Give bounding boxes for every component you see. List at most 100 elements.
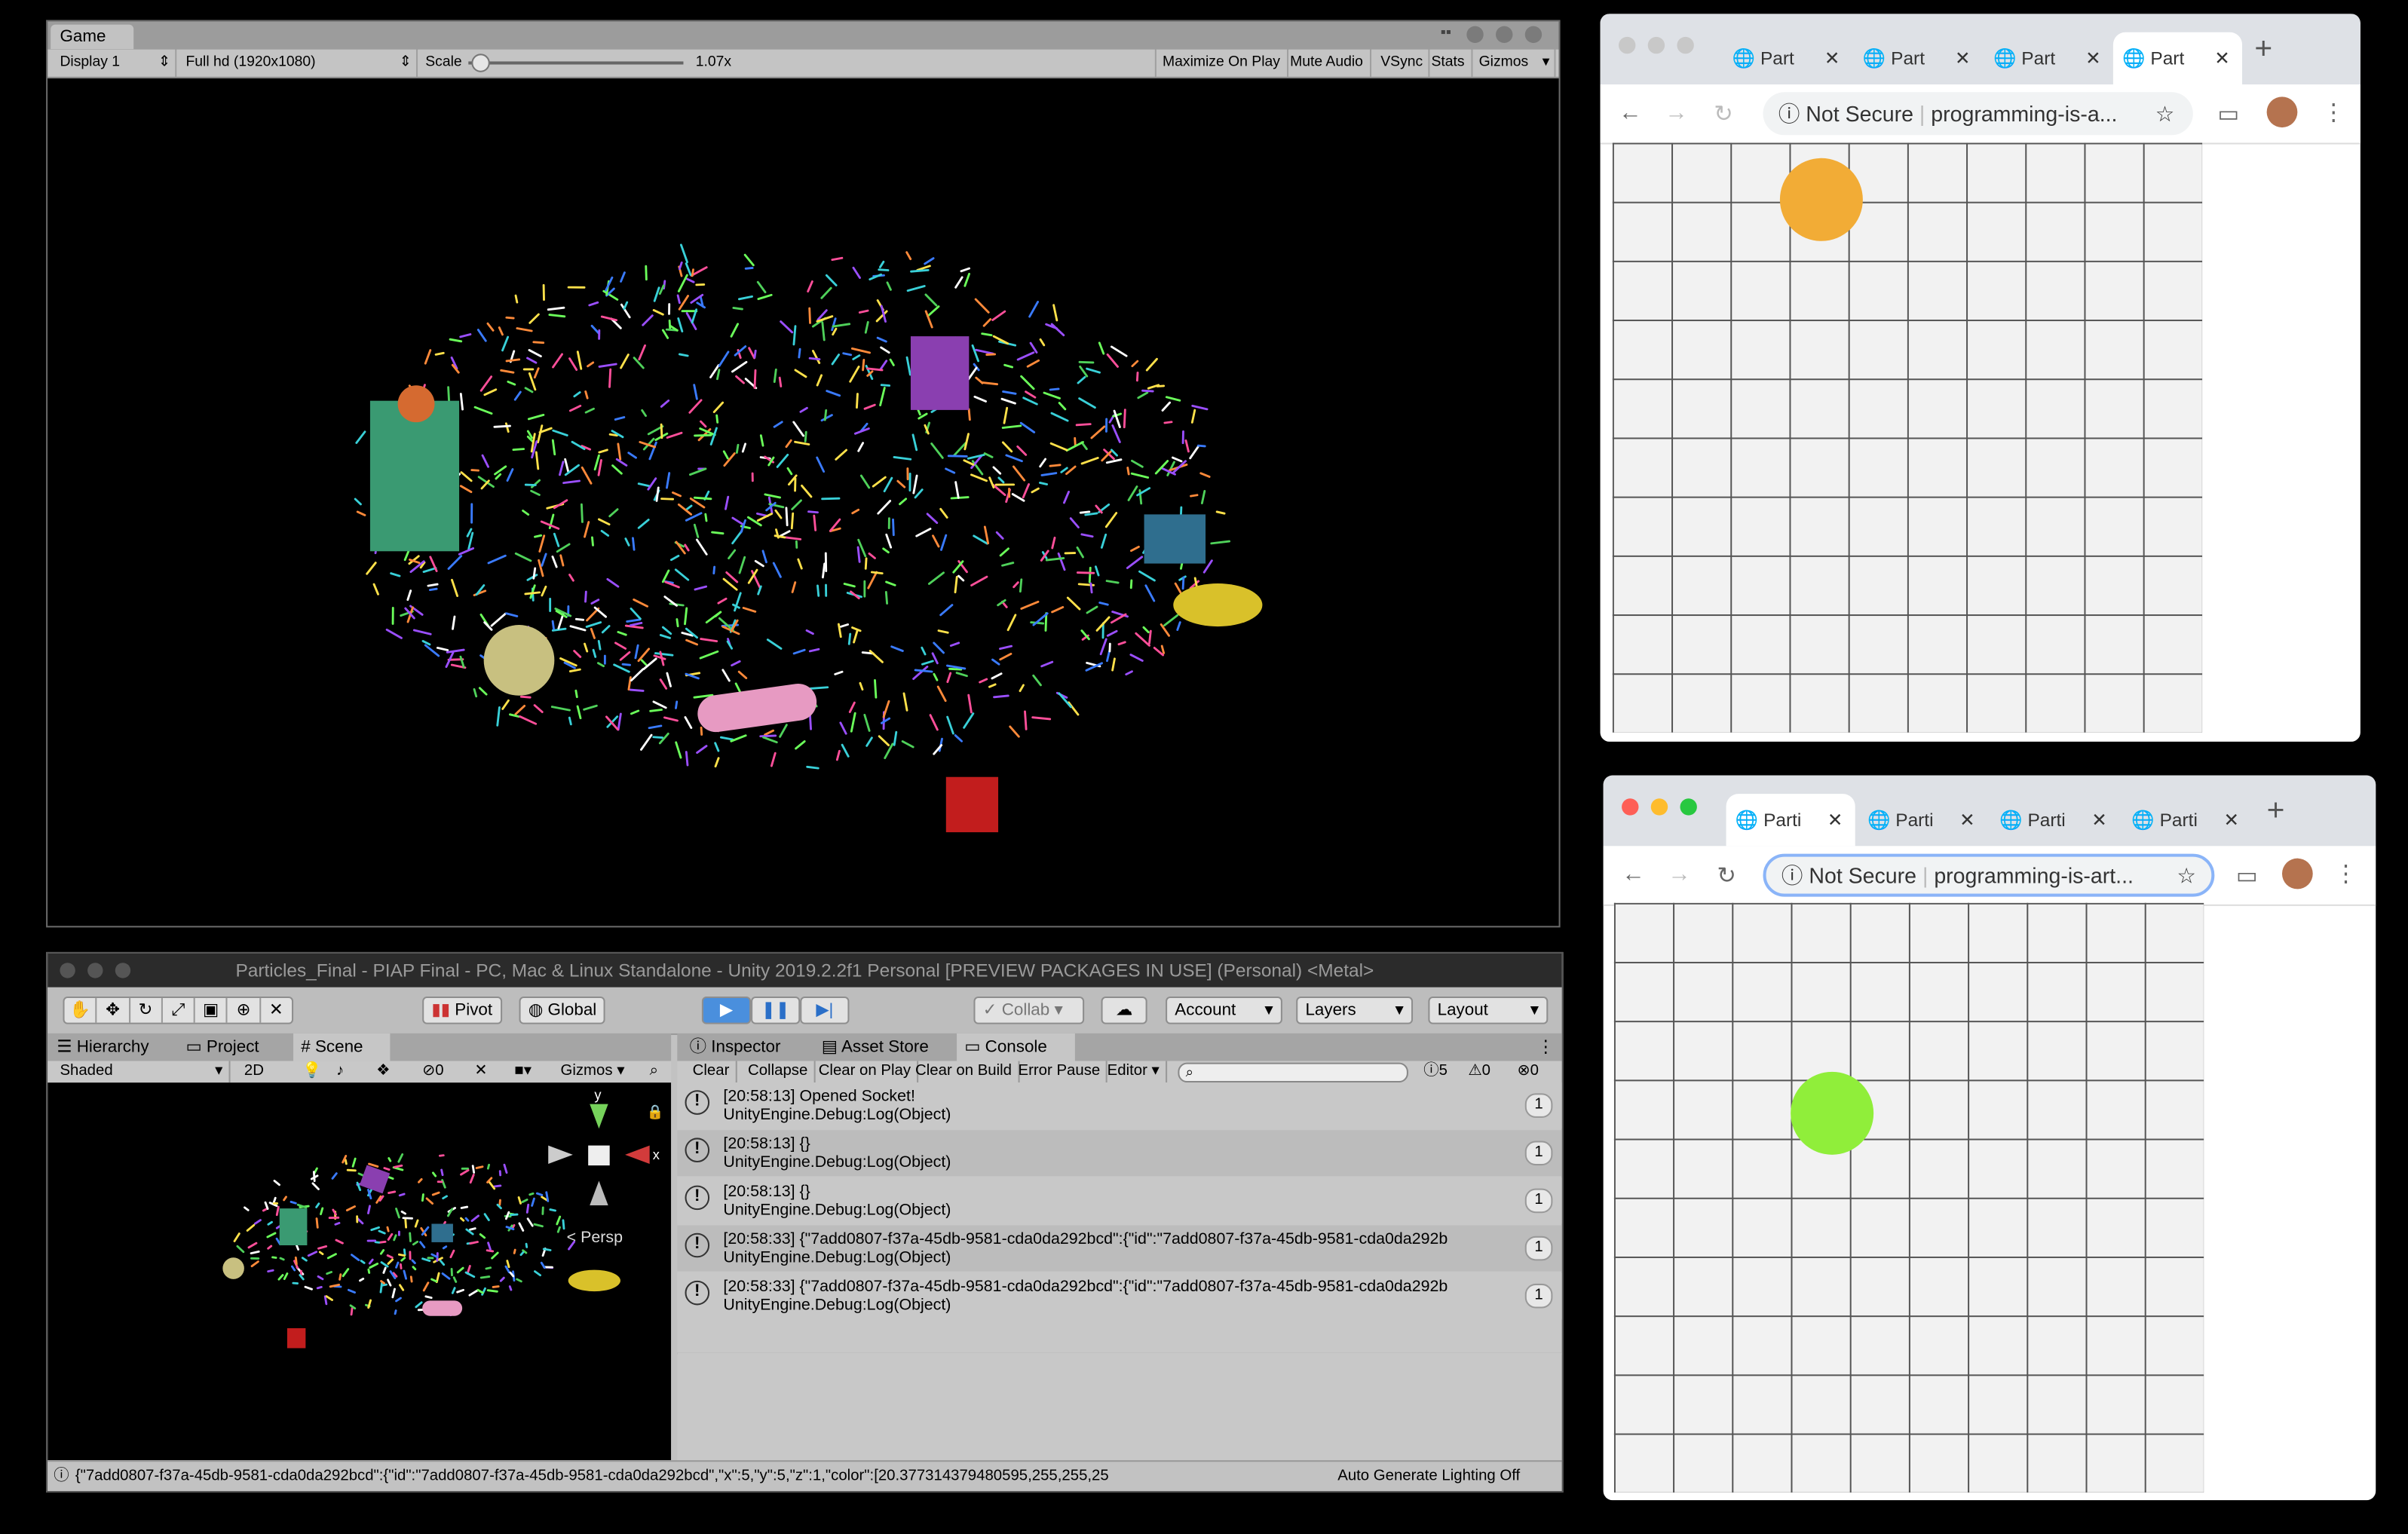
- display-dropdown[interactable]: Display 1⇕: [54, 49, 176, 77]
- collapse-button[interactable]: Collapse: [742, 1061, 816, 1083]
- console-search-input[interactable]: ⌕: [1178, 1063, 1408, 1082]
- avatar[interactable]: [2282, 859, 2313, 889]
- close-dot[interactable]: [1619, 37, 1635, 54]
- lock-icon[interactable]: 🔒: [647, 1104, 664, 1120]
- tab-game[interactable]: Game: [51, 25, 133, 50]
- camera-icon[interactable]: ■▾: [514, 1061, 532, 1083]
- browser-bottom-omnibox[interactable]: ⓘ Not Secure | programming-is-art... ☆: [1763, 854, 2214, 897]
- new-tab-button[interactable]: +: [2267, 794, 2285, 829]
- close-tab-icon[interactable]: ✕: [1959, 794, 1974, 846]
- scale-tool-icon[interactable]: ⤢: [163, 998, 195, 1023]
- window-menu-icon[interactable]: ▪▪: [1441, 25, 1451, 41]
- pause-button[interactable]: ❚❚: [751, 997, 800, 1024]
- tab-asset-store[interactable]: ▤ Asset Store: [822, 1033, 929, 1061]
- cast-icon[interactable]: ▭: [2236, 862, 2258, 889]
- tab-inspector[interactable]: ⓘ Inspector: [690, 1033, 781, 1061]
- browser-top-omnibox[interactable]: ⓘ Not Secure | programming-is-a... ☆: [1763, 92, 2192, 135]
- error-pause-button[interactable]: Error Pause: [1012, 1061, 1107, 1083]
- scene-view[interactable]: y x 🔒: [47, 1082, 671, 1460]
- step-button[interactable]: ▶|: [800, 997, 849, 1024]
- tab-console[interactable]: ▭ Console: [957, 1033, 1075, 1061]
- reload-icon[interactable]: ↻: [1717, 862, 1736, 889]
- gizmos-dropdown-scene[interactable]: Gizmos ▾: [561, 1061, 625, 1083]
- error-count-toggle[interactable]: ⊗0: [1518, 1061, 1539, 1083]
- tab-project[interactable]: ▭ Project: [185, 1033, 259, 1061]
- stats-toggle[interactable]: Stats: [1425, 49, 1472, 77]
- console-log-row[interactable]: ![20:58:33] {"7add0807-f37a-45db-9581-cd…: [677, 1226, 1563, 1272]
- layers-dropdown[interactable]: Layers▾: [1296, 997, 1413, 1024]
- browser-bottom-tab[interactable]: 🌐 Parti✕: [1990, 794, 2119, 846]
- close-tab-icon[interactable]: ✕: [2214, 32, 2229, 84]
- play-button[interactable]: ▶: [702, 997, 751, 1024]
- tools-icon[interactable]: ✕: [474, 1061, 487, 1083]
- clear-button[interactable]: Clear: [687, 1061, 737, 1083]
- effects-icon[interactable]: ❖: [376, 1061, 390, 1083]
- canvas-grid-bottom[interactable]: [1614, 903, 2204, 1493]
- warning-count-toggle[interactable]: ⚠0: [1468, 1061, 1490, 1083]
- minimize-dot[interactable]: [87, 963, 103, 978]
- vsync-toggle[interactable]: VSync: [1374, 49, 1430, 77]
- close-tab-icon[interactable]: ✕: [1955, 32, 1970, 84]
- scale-slider-handle[interactable]: [471, 54, 489, 72]
- maximize-on-play-toggle[interactable]: Maximize On Play: [1155, 49, 1288, 77]
- cloud-button[interactable]: ☁: [1101, 997, 1147, 1024]
- clear-on-build-button[interactable]: Clear on Build: [909, 1061, 1019, 1083]
- mode-2d-toggle[interactable]: 2D: [244, 1061, 264, 1083]
- window-dot[interactable]: [1525, 26, 1542, 43]
- rotate-tool-icon[interactable]: ↻: [130, 998, 162, 1023]
- menu-dots-icon[interactable]: ⋮: [2322, 98, 2345, 126]
- browser-top-tab[interactable]: 🌐 Part✕: [1723, 32, 1852, 84]
- gizmos-dropdown[interactable]: Gizmos▾: [1472, 49, 1555, 77]
- editor-target-dropdown[interactable]: Editor ▾: [1101, 1061, 1167, 1083]
- console-log-row[interactable]: ![20:58:13] {}UnityEngine.Debug:Log(Obje…: [677, 1130, 1563, 1176]
- tab-hierarchy[interactable]: ☰ Hierarchy: [57, 1033, 149, 1061]
- rect-tool-icon[interactable]: ▣: [195, 998, 228, 1023]
- canvas-grid-top[interactable]: [1613, 142, 2202, 732]
- lighting-status[interactable]: Auto Generate Lighting Off: [1337, 1462, 1520, 1493]
- hidden-objects-toggle[interactable]: ⊘0: [422, 1061, 443, 1083]
- close-tab-icon[interactable]: ✕: [2085, 32, 2100, 84]
- browser-top-tab[interactable]: 🌐 Part✕: [1984, 32, 2113, 84]
- window-dot[interactable]: [1496, 26, 1512, 43]
- console-log-row[interactable]: ![20:58:13] {}UnityEngine.Debug:Log(Obje…: [677, 1177, 1563, 1223]
- cast-icon[interactable]: ▭: [2217, 100, 2239, 127]
- close-dot[interactable]: [1622, 798, 1638, 815]
- tab-scene[interactable]: # Scene: [293, 1033, 390, 1061]
- close-dot[interactable]: [60, 963, 75, 978]
- status-message[interactable]: {"7add0807-f37a-45db-9581-cda0da292bcd":…: [75, 1462, 1328, 1493]
- browser-bottom-tab[interactable]: 🌐 Parti✕: [1858, 794, 1987, 846]
- layout-dropdown[interactable]: Layout▾: [1428, 997, 1548, 1024]
- close-tab-icon[interactable]: ✕: [1824, 32, 1840, 84]
- hand-tool-icon[interactable]: ✋: [65, 998, 97, 1023]
- transform-tool-icon[interactable]: ⊕: [228, 998, 260, 1023]
- move-tool-icon[interactable]: ✥: [97, 998, 130, 1023]
- close-tab-icon[interactable]: ✕: [2223, 794, 2238, 846]
- zoom-dot[interactable]: [115, 963, 130, 978]
- bookmark-star-icon[interactable]: ☆: [2155, 92, 2175, 135]
- custom-tool-icon[interactable]: ✕: [261, 998, 292, 1023]
- browser-top-tab-active[interactable]: 🌐 Part✕: [2113, 32, 2242, 84]
- browser-top-tab[interactable]: 🌐 Part✕: [1854, 32, 1983, 84]
- forward-icon[interactable]: →: [1665, 100, 1688, 126]
- scale-slider[interactable]: [468, 61, 683, 64]
- browser-bottom-tab[interactable]: 🌐 Parti✕: [2122, 794, 2251, 846]
- minimize-dot[interactable]: [1651, 798, 1668, 815]
- mute-audio-toggle[interactable]: Mute Audio: [1284, 49, 1371, 77]
- avatar[interactable]: [2267, 96, 2298, 127]
- lighting-icon[interactable]: 💡: [302, 1061, 321, 1083]
- forward-icon[interactable]: →: [1668, 862, 1691, 888]
- minimize-dot[interactable]: [1648, 37, 1665, 54]
- browser-bottom-tab-active[interactable]: 🌐 Parti✕: [1726, 794, 1855, 846]
- close-tab-icon[interactable]: ✕: [1827, 794, 1843, 846]
- zoom-dot[interactable]: [1677, 37, 1693, 54]
- zoom-dot[interactable]: [1680, 798, 1696, 815]
- resolution-dropdown[interactable]: Full hd (1920x1080)⇕: [179, 49, 418, 77]
- collab-dropdown[interactable]: ✓ Collab ▾: [973, 997, 1084, 1024]
- clear-on-play-button[interactable]: Clear on Play: [813, 1061, 919, 1083]
- shading-dropdown[interactable]: Shaded▾: [60, 1061, 230, 1083]
- window-dot[interactable]: [1466, 26, 1483, 43]
- menu-dots-icon[interactable]: ⋮: [2334, 860, 2357, 888]
- new-tab-button[interactable]: +: [2254, 32, 2272, 68]
- back-icon[interactable]: ←: [1619, 100, 1642, 126]
- global-toggle[interactable]: ◍ Global: [519, 997, 606, 1024]
